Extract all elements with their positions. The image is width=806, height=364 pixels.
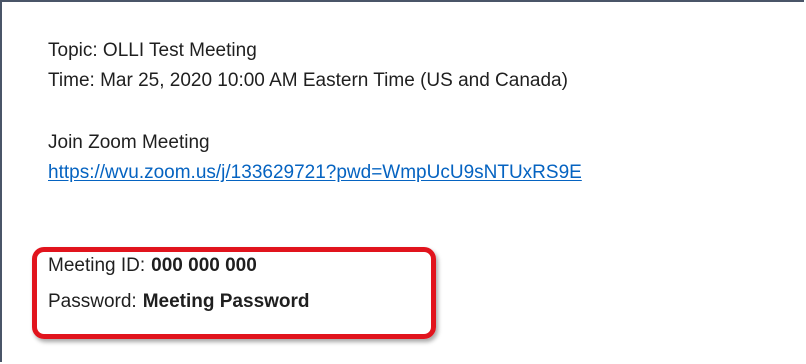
credentials-highlight-box	[32, 247, 436, 339]
join-label: Join Zoom Meeting	[48, 132, 210, 153]
invite-body: Topic: OLLI Test Meeting Time: Mar 25, 2…	[48, 36, 582, 188]
time-line: Time: Mar 25, 2020 10:00 AM Eastern Time…	[48, 70, 568, 91]
email-invite-window: Topic: OLLI Test Meeting Time: Mar 25, 2…	[0, 0, 804, 362]
topic-line: Topic: OLLI Test Meeting	[48, 40, 257, 61]
join-meeting-link[interactable]: https://wvu.zoom.us/j/133629721?pwd=WmpU…	[48, 162, 582, 183]
